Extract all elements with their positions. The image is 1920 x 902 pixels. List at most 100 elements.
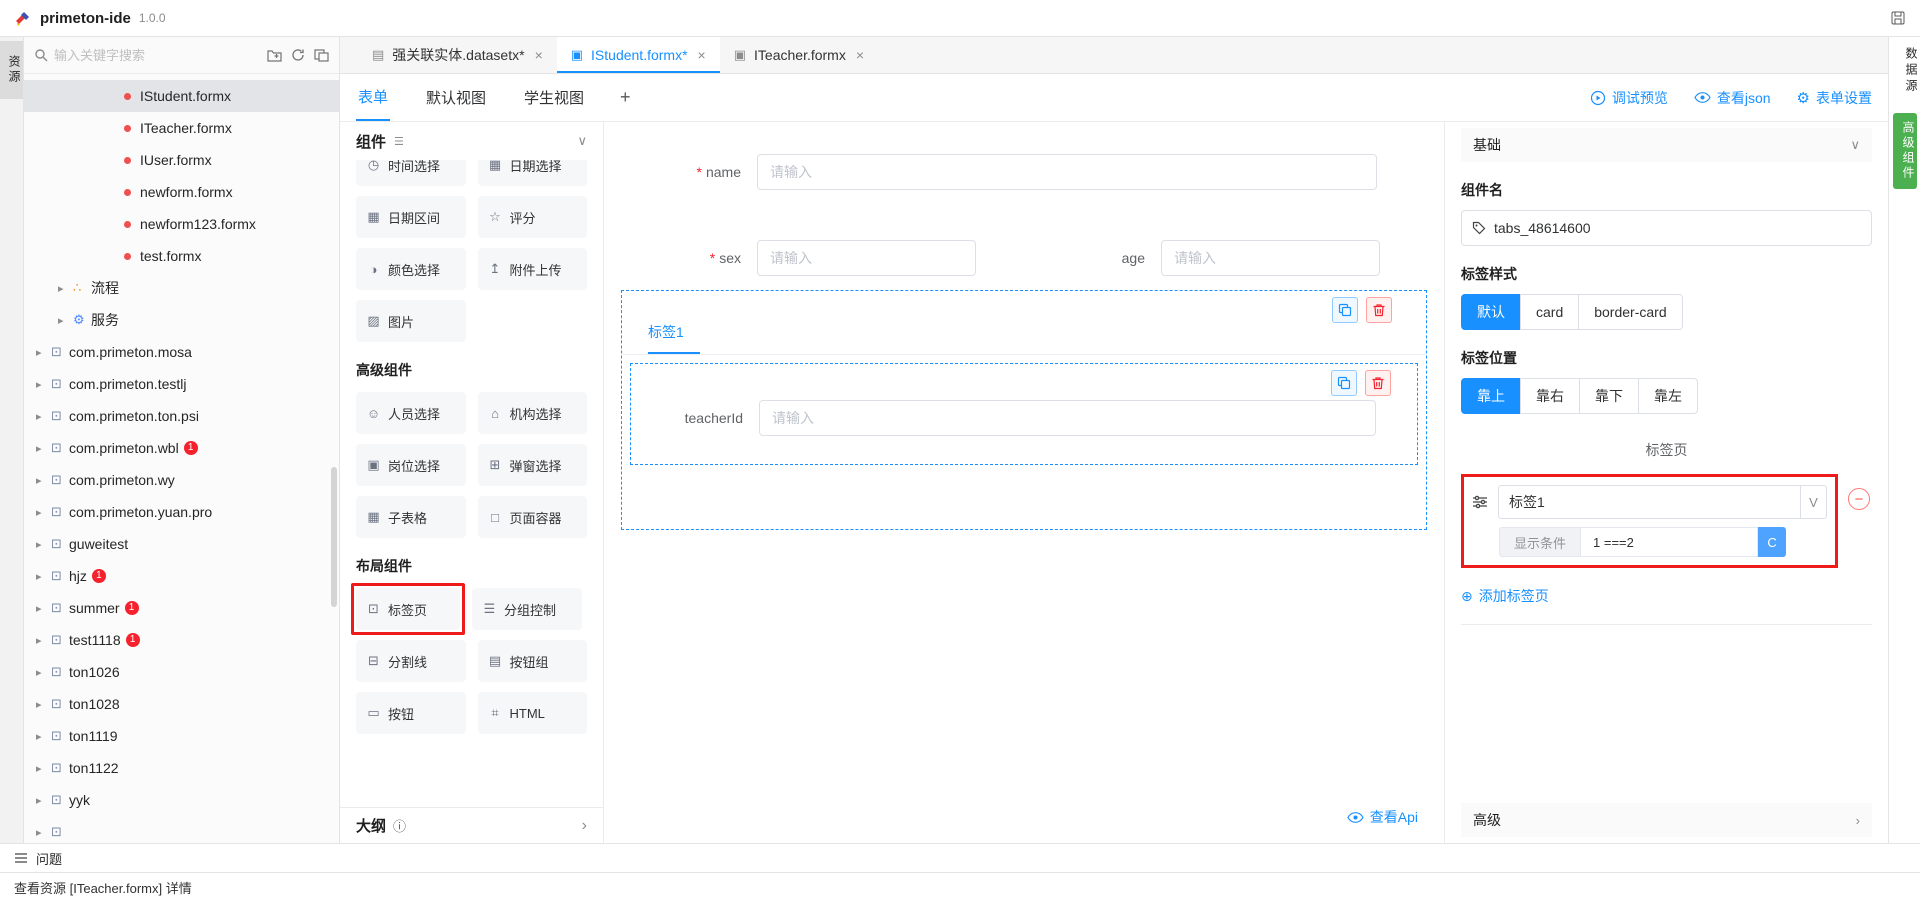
palette-item-divider[interactable]: ⊟分割线 — [356, 640, 466, 682]
tree-item-ton1119[interactable]: ▸⊡ton1119 — [24, 720, 339, 752]
close-icon[interactable]: × — [535, 47, 543, 63]
field-row-name[interactable]: *name 请输入 — [604, 154, 1377, 190]
sliders-icon[interactable] — [1472, 495, 1488, 509]
tree-item-iteacher-formx[interactable]: ITeacher.formx — [24, 112, 339, 144]
resources-rail-tab[interactable]: 资源 — [0, 41, 23, 99]
view-api-link[interactable]: 查看Api — [1347, 807, 1418, 827]
palette-item-image[interactable]: ▨图片 — [356, 300, 466, 342]
tabs-component-selected[interactable]: 标签1 teacherId 请输入 — [621, 290, 1427, 530]
chevron-right-icon[interactable]: › — [1856, 813, 1860, 828]
tree-item-com-primeton-ton-psi[interactable]: ▸⊡com.primeton.ton.psi — [24, 400, 339, 432]
display-condition-input[interactable]: 1 ===2 — [1580, 527, 1758, 557]
palette-item-button-group[interactable]: ▤按钮组 — [478, 640, 588, 682]
view-tab-student-view[interactable]: 学生视图 — [522, 75, 586, 120]
view-tab-form[interactable]: 表单 — [356, 74, 390, 121]
tree-item-test-formx[interactable]: test.formx — [24, 240, 339, 272]
condition-edit-button[interactable]: C — [1758, 527, 1786, 557]
tab-position-bottom[interactable]: 靠下 — [1579, 378, 1639, 414]
tree-item-newform123-formx[interactable]: newform123.formx — [24, 208, 339, 240]
form-canvas[interactable]: *name 请输入 *sex 请输入 age 请输入 标签1 — [604, 122, 1444, 843]
tree-item-summer[interactable]: ▸⊡summer1 — [24, 592, 339, 624]
delete-button[interactable] — [1365, 370, 1391, 396]
advanced-section-header[interactable]: 高级 › — [1461, 803, 1872, 837]
palette-item-color-picker[interactable]: ◑颜色选择 — [356, 248, 466, 290]
debug-preview-button[interactable]: 调试预览 — [1590, 88, 1668, 108]
tree-item-test1118[interactable]: ▸⊡test11181 — [24, 624, 339, 656]
chevron-right-icon[interactable]: ▸ — [36, 826, 51, 839]
palette-item-time-picker[interactable]: ◷时间选择 — [356, 160, 466, 186]
outline-section[interactable]: 大纲 ⓘ › — [340, 807, 603, 843]
tree-item-ton1122[interactable]: ▸⊡ton1122 — [24, 752, 339, 784]
chevron-right-icon[interactable]: ▸ — [58, 282, 73, 295]
teacherid-input[interactable]: 请输入 — [759, 400, 1376, 436]
chevron-right-icon[interactable]: ▸ — [36, 602, 51, 615]
tree-item-hjz[interactable]: ▸⊡hjz1 — [24, 560, 339, 592]
palette-item-rating[interactable]: ☆评分 — [478, 196, 588, 238]
tab-pane-row-selected[interactable]: teacherId 请输入 — [630, 363, 1418, 465]
form-settings-button[interactable]: ⚙ 表单设置 — [1797, 88, 1872, 108]
variable-button[interactable]: V — [1800, 486, 1826, 518]
sex-input[interactable]: 请输入 — [757, 240, 976, 276]
tab-page-label[interactable]: 标签1 — [648, 322, 684, 342]
close-icon[interactable]: × — [698, 47, 706, 63]
palette-item-org-picker[interactable]: ⌂机构选择 — [478, 392, 588, 434]
tab-iteacher-formx[interactable]: ▣ITeacher.formx× — [720, 37, 878, 73]
palette-item-tabs[interactable]: ⊡标签页 — [356, 588, 460, 630]
basic-section-header[interactable]: 基础 ∨ — [1461, 128, 1872, 162]
refresh-icon[interactable] — [291, 48, 305, 62]
chevron-right-icon[interactable]: ▸ — [36, 442, 51, 455]
tree-item-com-primeton-wy[interactable]: ▸⊡com.primeton.wy — [24, 464, 339, 496]
palette-item-date-range[interactable]: ▦日期区间 — [356, 196, 466, 238]
problems-bar[interactable]: 问题 — [0, 843, 1920, 872]
tree-item-com-primeton-testlj[interactable]: ▸⊡com.primeton.testlj — [24, 368, 339, 400]
palette-header[interactable]: 组件 ☰ ∨ — [340, 122, 603, 160]
chevron-right-icon[interactable]: ▸ — [36, 346, 51, 359]
view-json-button[interactable]: 查看json — [1694, 88, 1771, 108]
tree-item-flow[interactable]: ▸∴流程 — [24, 272, 339, 304]
palette-item-button[interactable]: ▭按钮 — [356, 692, 466, 734]
chevron-right-icon[interactable]: ▸ — [36, 474, 51, 487]
component-name-input[interactable]: tabs_48614600 — [1461, 210, 1872, 246]
copy-button[interactable] — [1331, 370, 1357, 396]
chevron-down-icon[interactable]: ∨ — [577, 133, 587, 149]
datasource-rail-tab[interactable]: 数据源 — [1889, 47, 1920, 95]
tree-item-iuser-formx[interactable]: IUser.formx — [24, 144, 339, 176]
palette-item-person-picker[interactable]: ☺人员选择 — [356, 392, 466, 434]
chevron-right-icon[interactable]: ▸ — [36, 506, 51, 519]
palette-item-date-picker[interactable]: ▦日期选择 — [478, 160, 588, 186]
tree-item-com-primeton-mosa[interactable]: ▸⊡com.primeton.mosa — [24, 336, 339, 368]
chevron-right-icon[interactable]: ▸ — [36, 378, 51, 391]
field-row-teacherid[interactable]: teacherId 请输入 — [631, 400, 1376, 436]
tab-dataset[interactable]: ▤强关联实体.datasetx*× — [358, 37, 557, 73]
age-input[interactable]: 请输入 — [1161, 240, 1380, 276]
add-view-button[interactable]: + — [620, 87, 631, 108]
chevron-right-icon[interactable]: ▸ — [36, 538, 51, 551]
close-icon[interactable]: × — [856, 47, 864, 63]
new-folder-icon[interactable] — [267, 49, 282, 62]
tree-item-ton1026[interactable]: ▸⊡ton1026 — [24, 656, 339, 688]
palette-item-page-container[interactable]: □页面容器 — [478, 496, 588, 538]
chevron-right-icon[interactable]: ▸ — [36, 730, 51, 743]
tab-style-default[interactable]: 默认 — [1461, 294, 1521, 330]
palette-item-file-upload[interactable]: ↥附件上传 — [478, 248, 588, 290]
chevron-right-icon[interactable]: ▸ — [58, 314, 73, 327]
save-layout-icon[interactable] — [1890, 10, 1906, 26]
advanced-components-rail-tab[interactable]: 高级组件 — [1893, 113, 1917, 189]
palette-item-post-picker[interactable]: ▣岗位选择 — [356, 444, 466, 486]
tab-istudent-formx[interactable]: ▣IStudent.formx*× — [557, 37, 720, 73]
tab-style-card[interactable]: card — [1520, 294, 1579, 330]
palette-item-sub-table[interactable]: ▦子表格 — [356, 496, 466, 538]
palette-item-popup-picker[interactable]: ⊞弹窗选择 — [478, 444, 588, 486]
search-input[interactable] — [54, 48, 261, 63]
tree-scrollbar[interactable] — [331, 467, 337, 607]
collapse-panels-icon[interactable] — [314, 49, 329, 62]
chevron-right-icon[interactable]: ▸ — [36, 570, 51, 583]
view-tab-default-view[interactable]: 默认视图 — [424, 75, 488, 120]
chevron-right-icon[interactable]: ▸ — [36, 410, 51, 423]
tab-position-top[interactable]: 靠上 — [1461, 378, 1521, 414]
tree-item-newform-formx[interactable]: newform.formx — [24, 176, 339, 208]
chevron-down-icon[interactable]: ∨ — [1850, 137, 1860, 153]
chevron-right-icon[interactable]: ▸ — [36, 698, 51, 711]
chevron-right-icon[interactable]: › — [582, 817, 587, 835]
tree-item-com-primeton-yuan-pro[interactable]: ▸⊡com.primeton.yuan.pro — [24, 496, 339, 528]
